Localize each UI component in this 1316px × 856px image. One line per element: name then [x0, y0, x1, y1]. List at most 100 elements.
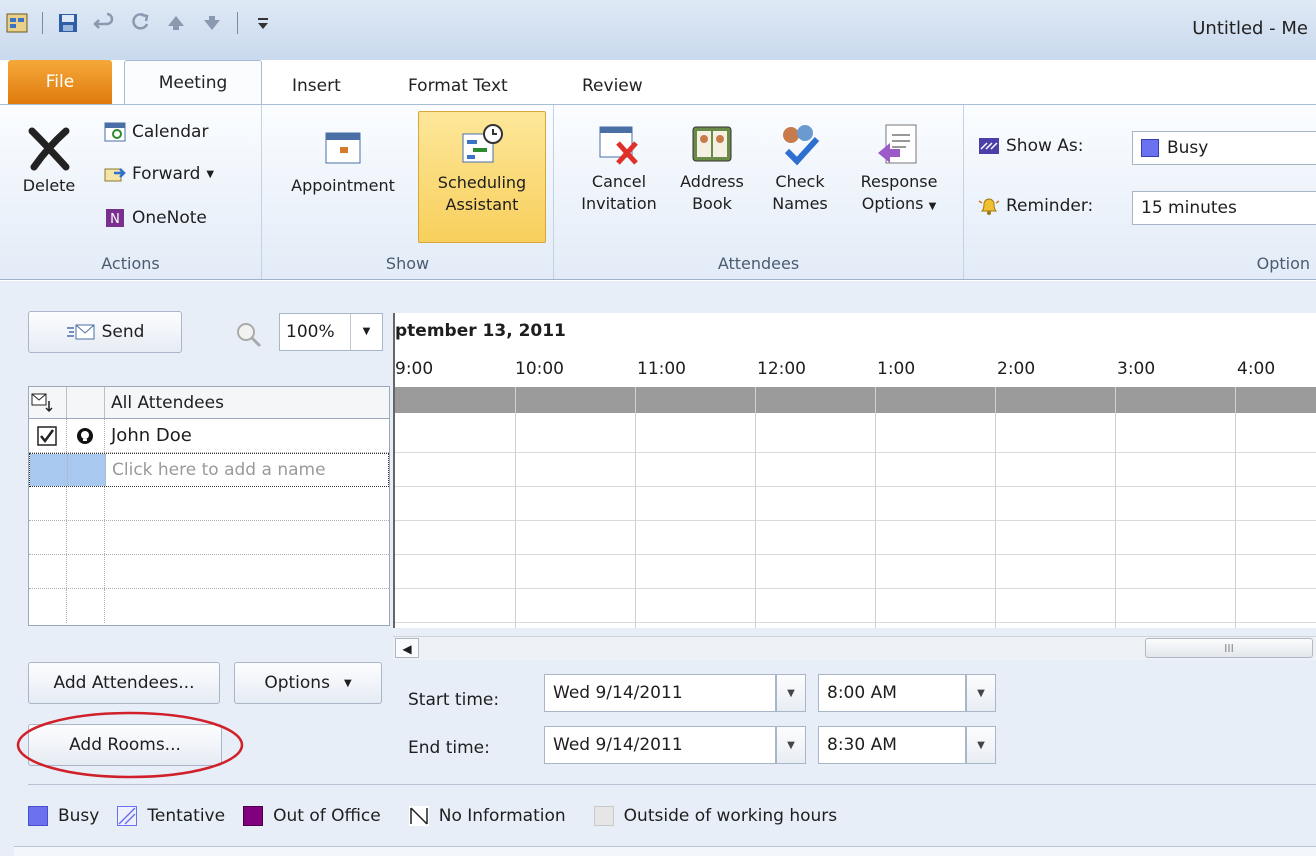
scroll-left-button[interactable]: ◀ [395, 638, 419, 658]
redo-icon[interactable] [129, 12, 151, 34]
row-gridline [395, 622, 1316, 623]
tab-insert[interactable]: Insert [278, 70, 355, 104]
check-names-label-line1: Check [775, 172, 825, 191]
cancel-invitation-icon [599, 126, 638, 165]
hour-gridline [1115, 387, 1116, 628]
send-button[interactable]: Send [28, 311, 182, 353]
qat-separator [42, 12, 43, 34]
group-label-show: Show [385, 254, 430, 273]
zoom-icon[interactable] [232, 318, 266, 352]
address-book-button[interactable]: Address Book [672, 121, 752, 215]
all-attendees-busy-band [395, 387, 1316, 413]
end-time-input[interactable]: 8:30 AM [818, 726, 966, 764]
empty-attendee-row[interactable] [29, 521, 389, 555]
check-names-button[interactable]: Check Names [760, 121, 840, 215]
response-column-header[interactable] [29, 387, 67, 418]
start-date-dropdown[interactable]: ▼ [776, 674, 806, 712]
add-name-cell-2 [68, 454, 106, 486]
time-label: 3:00 [1117, 359, 1156, 379]
end-time-label: End time: [408, 738, 490, 758]
save-icon[interactable] [57, 12, 79, 34]
required-attendee-icon[interactable] [75, 426, 95, 446]
highlight-ring [16, 711, 244, 779]
attendee-row[interactable]: John Doe [29, 419, 389, 453]
address-book-icon [692, 126, 732, 162]
legend: Busy Tentative Out of Office No Informat… [28, 806, 837, 826]
add-attendees-button[interactable]: Add Attendees... [28, 662, 220, 704]
tab-meeting[interactable]: Meeting [124, 60, 262, 105]
undo-icon[interactable] [93, 12, 115, 34]
grid-horizontal-scrollbar[interactable]: ◀ III [393, 636, 1316, 660]
onenote-button[interactable]: N OneNote [104, 207, 207, 229]
options-button[interactable]: Options ▼ [234, 662, 382, 704]
qat-separator [237, 12, 238, 34]
time-label: 1:00 [877, 359, 916, 379]
end-time-dropdown[interactable]: ▼ [966, 726, 996, 764]
forward-label: Forward [132, 164, 201, 184]
scheduling-assistant-button[interactable]: Scheduling Assistant [418, 111, 546, 243]
zoom-select[interactable]: 100% ▼ [279, 313, 383, 351]
reminder-select[interactable]: 15 minutes [1132, 191, 1316, 225]
add-name-input[interactable]: Click here to add a name [112, 460, 326, 480]
end-date-input[interactable]: Wed 9/14/2011 [544, 726, 776, 764]
attendee-list-header: All Attendees [29, 387, 389, 419]
hour-gridline [1235, 387, 1236, 628]
down-arrow-icon[interactable] [201, 12, 223, 34]
empty-attendee-row[interactable] [29, 589, 389, 623]
customize-qat-icon[interactable] [252, 12, 274, 34]
address-book-label-line2: Book [692, 194, 732, 213]
send-label: Send [101, 322, 145, 342]
ribbon: Delete Calendar Forward ▼ N OneNote Acti… [0, 104, 1316, 280]
cancel-invitation-button[interactable]: Cancel Invitation [564, 121, 674, 215]
tab-review[interactable]: Review [568, 70, 657, 104]
outlook-icon [6, 13, 28, 33]
legend-label: Outside of working hours [623, 806, 838, 826]
time-label: 9:00 [395, 359, 434, 379]
busy-legend-swatch [28, 806, 48, 826]
ribbon-tabs: Meeting Insert Format Text Review [0, 60, 1316, 105]
time-label: 2:00 [997, 359, 1036, 379]
delete-button[interactable]: Delete [12, 125, 86, 197]
empty-attendee-row[interactable] [29, 555, 389, 589]
title-bar: Untitled - Me [0, 0, 1316, 60]
scroll-thumb[interactable]: III [1145, 638, 1313, 658]
start-time-dropdown[interactable]: ▼ [966, 674, 996, 712]
row-gridline [395, 486, 1316, 487]
hour-gridline [515, 387, 516, 628]
svg-text:N: N [110, 212, 120, 227]
reminder-label-row: Reminder: [978, 195, 1093, 217]
response-options-label-line1: Response [860, 172, 938, 191]
group-actions: Delete Calendar Forward ▼ N OneNote Acti… [0, 105, 262, 279]
tab-format-text[interactable]: Format Text [394, 70, 522, 104]
show-as-select[interactable]: Busy [1132, 131, 1316, 165]
response-options-button[interactable]: Response Options ▼ [844, 121, 954, 218]
appointment-button[interactable]: Appointment [274, 125, 412, 197]
no-information-legend-swatch [408, 806, 429, 826]
chevron-down-icon: ▼ [350, 314, 382, 350]
attendee-type-cell [67, 419, 105, 452]
add-name-row[interactable]: Click here to add a name [29, 453, 389, 487]
row-gridline [395, 554, 1316, 555]
start-date-input[interactable]: Wed 9/14/2011 [544, 674, 776, 712]
show-as-label-row: Show As: [978, 135, 1084, 157]
attendance-column-header[interactable] [67, 387, 105, 418]
attendee-list: All Attendees John Doe Click here to add… [28, 386, 390, 626]
send-icon [66, 324, 95, 340]
forward-button[interactable]: Forward ▼ [104, 163, 214, 185]
checkbox-checked-icon[interactable] [37, 426, 57, 446]
group-label-actions: Actions [101, 254, 160, 273]
end-date-dropdown[interactable]: ▼ [776, 726, 806, 764]
empty-attendee-row[interactable] [29, 487, 389, 521]
check-names-icon [783, 125, 820, 166]
row-gridline [395, 588, 1316, 589]
up-arrow-icon[interactable] [165, 12, 187, 34]
chevron-down-icon: ▼ [343, 677, 352, 689]
calendar-button[interactable]: Calendar [104, 121, 208, 143]
start-time-input[interactable]: 8:00 AM [818, 674, 966, 712]
scheduling-assistant-label-line1: Scheduling [437, 173, 527, 192]
group-options: Show As: Busy Reminder: 15 minutes Optio… [964, 105, 1316, 279]
empty-cell [29, 589, 67, 623]
time-label: 4:00 [1237, 359, 1276, 379]
free-busy-grid[interactable]: ptember 13, 2011 9:00 10:00 11:00 12:00 … [393, 313, 1316, 628]
chevron-down-icon: ▼ [928, 201, 937, 212]
